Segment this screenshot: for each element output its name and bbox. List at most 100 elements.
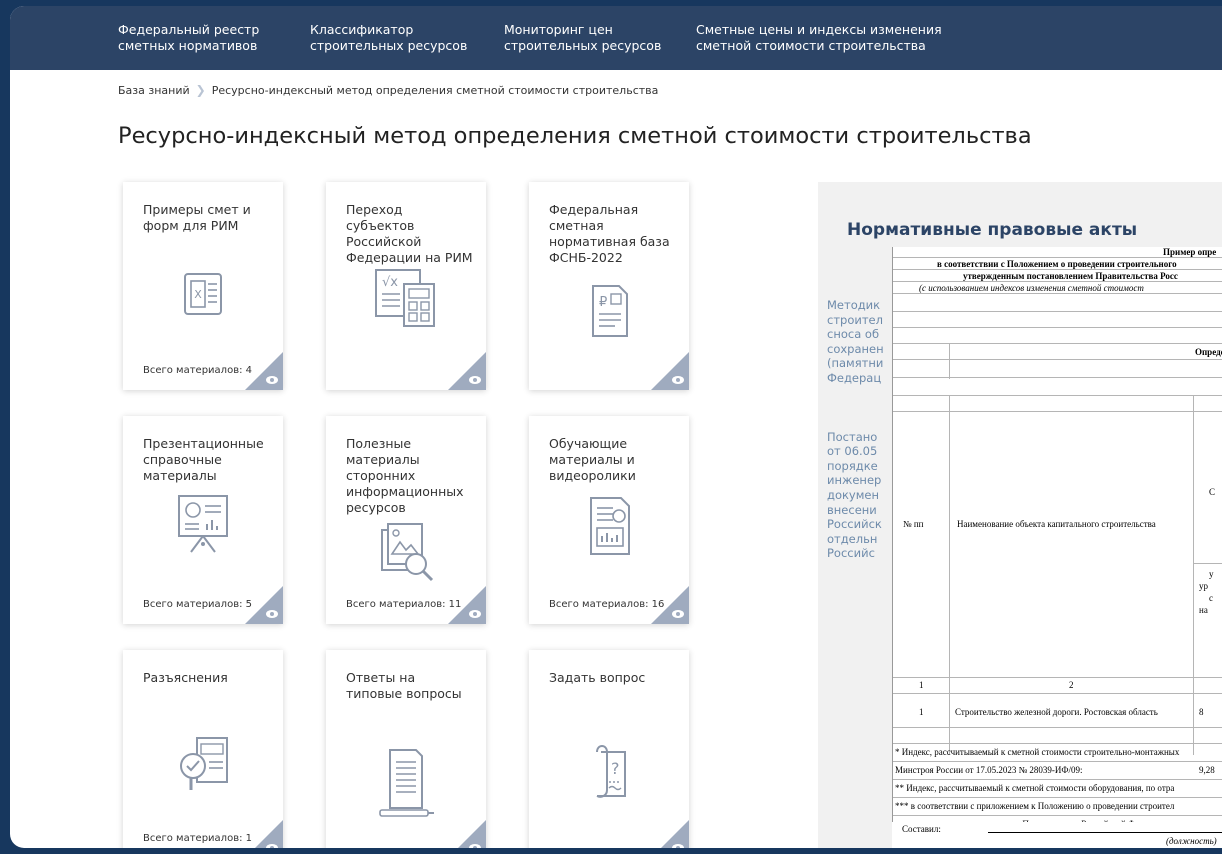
sheet-row-name: Строительство железной дороги. Ростовска… — [955, 707, 1158, 717]
spreadsheet-icon: X — [184, 273, 222, 315]
eye-icon — [469, 376, 481, 384]
nav-item-line: строительных ресурсов — [310, 38, 468, 53]
nav-item-line: Классификатор — [310, 22, 414, 37]
legal-acts-panel: Нормативные правовые акты Методик строит… — [818, 182, 1222, 848]
nav-item-line: Федеральный реестр — [118, 22, 260, 37]
document-pen-icon — [379, 749, 434, 817]
card-estimate-examples[interactable]: Примеры смет и форм для РИМ X Всего мате… — [123, 182, 283, 390]
breadcrumb: База знаний ❯ Ресурсно-индексный метод опр… — [118, 83, 658, 97]
sheet-subtitle: Определе — [1195, 347, 1222, 357]
svg-text:₽: ₽ — [599, 295, 607, 310]
sheet-note: *** в соответствии с приложением к Полож… — [895, 801, 1175, 811]
card-title: Переход субъектов Российской Федерации н… — [346, 202, 473, 265]
nav-estimate-prices-indices[interactable]: Сметные цены и индексы изменения сметной… — [696, 22, 942, 54]
card-training-materials[interactable]: Обучающие материалы и видеоролики Всего … — [529, 416, 689, 624]
question-scroll-icon: ? — [596, 745, 626, 798]
card-regions-transition[interactable]: Переход субъектов Российской Федерации н… — [326, 182, 486, 390]
eye-icon — [266, 610, 278, 618]
sheet-text-line: в соответствии с Положением о проведении… — [937, 259, 1177, 269]
card-title: Примеры смет и форм для РИМ — [143, 202, 251, 233]
nav-federal-registry[interactable]: Федеральный реестр сметных нормативов — [118, 22, 259, 54]
nav-price-monitoring[interactable]: Мониторинг цен строительных ресурсов — [504, 22, 661, 54]
card-faq[interactable]: Ответы на типовые вопросы — [326, 650, 486, 848]
card-material-count: Всего материалов: 1 — [143, 833, 252, 844]
card-title: Обучающие материалы и видеоролики — [549, 436, 636, 483]
panel-text-line[interactable]: инженер — [818, 473, 888, 488]
document-search-icon — [180, 737, 228, 790]
panel-text-line[interactable]: Постано — [818, 430, 888, 445]
svg-text:?: ? — [611, 759, 620, 778]
eye-icon — [672, 376, 684, 384]
nav-item-line: Сметные цены и индексы изменения — [696, 22, 942, 37]
top-navigation: Федеральный реестр сметных нормативов Кл… — [10, 6, 1222, 70]
panel-text-line[interactable]: Методик — [818, 298, 888, 313]
breadcrumb-current: Ресурсно-индексный метод определения сме… — [211, 84, 659, 97]
panel-text-line[interactable]: докумен — [818, 488, 888, 503]
spreadsheet-preview: Пример опре в соответствии с Положением … — [892, 247, 1222, 848]
panel-text-line[interactable]: порядке — [818, 459, 888, 474]
card-title: Презентационные справочные материалы — [143, 436, 264, 483]
sheet-col-fragment: с — [1209, 593, 1213, 603]
ruble-document-icon: ₽ — [592, 285, 628, 337]
card-title: Разъяснения — [143, 670, 228, 685]
eye-icon — [266, 376, 278, 384]
sheet-col-fragment: у — [1209, 569, 1214, 579]
eye-icon — [469, 610, 481, 618]
card-ask-question[interactable]: Задать вопрос ? — [529, 650, 689, 848]
card-title: Полезные материалы сторонних информацион… — [346, 436, 464, 515]
panel-text: Методик строител сноса об сохранен (памя… — [818, 298, 888, 561]
sheet-text-line: (с использованием индексов изменения сме… — [919, 283, 1144, 293]
sheet-signed-label: Составил: — [902, 824, 941, 834]
sheet-row-value: 8 — [1199, 707, 1204, 717]
panel-text-line[interactable]: от 06.05 — [818, 444, 888, 459]
sheet-col-fragment: на — [1199, 605, 1208, 615]
chevron-right-icon: ❯ — [195, 83, 206, 97]
sheet-signature-row: Составил: (должность) — [892, 822, 1222, 848]
sheet-title: Пример опре — [1163, 247, 1217, 257]
calculator-formula-icon: √x — [375, 269, 435, 327]
panel-text-line[interactable]: Российс — [818, 546, 888, 561]
card-material-count: Всего материалов: 11 — [346, 599, 462, 610]
panel-text-line[interactable]: сноса об — [818, 327, 888, 342]
panel-text-line[interactable]: сохранен — [818, 342, 888, 357]
nav-resource-classifier[interactable]: Классификатор строительных ресурсов — [310, 22, 467, 54]
card-clarifications[interactable]: Разъяснения Всего материалов: 1 — [123, 650, 283, 848]
sheet-note: ** Индекс, рассчитываемый к сметной стои… — [895, 783, 1175, 793]
nav-item-line: сметной стоимости строительства — [696, 38, 926, 53]
panel-text-spacer — [818, 386, 888, 430]
panel-text-line[interactable]: внесени — [818, 503, 888, 518]
card-presentation-materials[interactable]: Презентационные справочные материалы Все… — [123, 416, 283, 624]
sheet-col-number: № пп — [903, 519, 924, 529]
card-third-party-resources[interactable]: Полезные материалы сторонних информацион… — [326, 416, 486, 624]
breadcrumb-root-link[interactable]: База знаний — [118, 84, 190, 97]
card-material-count: Всего материалов: 16 — [549, 599, 665, 610]
panel-text-line[interactable]: (памятни — [818, 356, 888, 371]
panel-text-line[interactable]: Федерац — [818, 371, 888, 386]
image-magnifier-icon — [381, 523, 434, 582]
nav-item-line: сметных нормативов — [118, 38, 258, 53]
sheet-col-fragment: С — [1209, 487, 1216, 497]
page-title: Ресурсно-индексный метод определения сме… — [118, 123, 1032, 149]
eye-icon — [672, 844, 684, 848]
sheet-signature-line — [988, 832, 1222, 833]
sheet-col-name: Наименование объекта капитального строит… — [957, 519, 1156, 529]
sheet-col-fragment: ур — [1199, 581, 1208, 591]
eye-icon — [266, 844, 278, 848]
presentation-board-icon — [178, 495, 228, 553]
panel-text-line[interactable]: Российск — [818, 517, 888, 532]
nav-item-line: Мониторинг цен — [504, 22, 613, 37]
sheet-position-label: (должность) — [1166, 836, 1217, 846]
svg-text:X: X — [194, 288, 202, 301]
browser-page: Федеральный реестр сметных нормативов Кл… — [10, 6, 1222, 848]
eye-icon — [672, 610, 684, 618]
card-material-count: Всего материалов: 5 — [143, 599, 252, 610]
panel-text-line[interactable]: строител — [818, 313, 888, 328]
panel-heading: Нормативные правовые акты — [847, 220, 1138, 240]
card-fsnb-2022[interactable]: Федеральная сметная нормативная база ФСН… — [529, 182, 689, 390]
sheet-text-line: утвержденным постановлением Правительств… — [963, 271, 1178, 281]
sheet-note: * Индекс, рассчитываемый к сметной стоим… — [895, 747, 1180, 757]
svg-text:√x: √x — [382, 275, 398, 290]
report-chart-icon — [590, 497, 630, 555]
sheet-note-value: 9,28 — [1199, 765, 1215, 775]
panel-text-line[interactable]: отдельн — [818, 532, 888, 547]
